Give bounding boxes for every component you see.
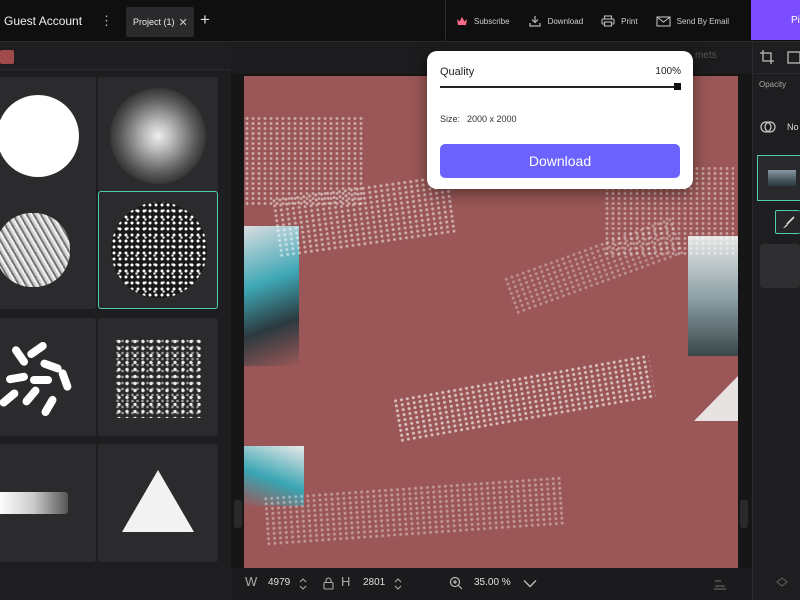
download-label: Download	[547, 16, 584, 26]
brush-chalk[interactable]	[0, 191, 96, 309]
blend-mode-label: No	[787, 122, 799, 132]
crop-icon[interactable]	[760, 50, 774, 64]
printer-icon	[601, 15, 615, 27]
zoom-icon[interactable]	[449, 576, 463, 590]
tab-project[interactable]: Project (1) ✕	[126, 7, 194, 37]
layer-thumbnail[interactable]	[760, 244, 800, 288]
paint-scatter	[262, 475, 566, 547]
subscribe-button[interactable]: Subscribe	[456, 16, 510, 26]
send-email-button[interactable]: Send By Email	[656, 15, 730, 27]
left-panel-collapse-handle[interactable]	[234, 500, 242, 528]
download-action-button[interactable]: Download	[528, 15, 584, 27]
crown-icon	[457, 17, 467, 25]
download-button[interactable]: Download	[440, 144, 680, 178]
brush-preview	[110, 88, 206, 184]
brush-triangle[interactable]	[98, 444, 218, 562]
mail-icon	[656, 15, 671, 27]
color-swatch[interactable]	[0, 50, 14, 64]
brush-icon	[783, 216, 795, 228]
quality-value: 100%	[655, 66, 681, 77]
account-menu[interactable]: Guest Account ⋮	[0, 0, 122, 42]
resize-icon[interactable]	[786, 50, 800, 64]
layers-icon[interactable]	[775, 576, 789, 588]
brush-layer-button[interactable]	[775, 210, 800, 234]
brush-preview-stroke	[25, 340, 49, 360]
top-actions: Subscribe Download Print Send By Email	[445, 0, 747, 42]
upgrade-button[interactable]: Pi	[751, 0, 800, 40]
canvas-size-bar: W 4979 H 2801 35.00 %	[231, 568, 752, 600]
new-tab-button[interactable]: +	[200, 10, 210, 30]
brush-preview-stroke	[0, 387, 20, 409]
brush-preview-stroke	[5, 372, 29, 384]
editor-app: Guest Account ⋮ Project (1) ✕ + Subscrib…	[0, 0, 800, 600]
size-label: Size:	[440, 114, 461, 124]
blend-mode-select[interactable]: No	[759, 118, 799, 136]
width-label: W	[245, 574, 258, 589]
tab-label: Project (1)	[133, 17, 175, 27]
send-email-label: Send By Email	[676, 16, 730, 26]
blend-mode-icon	[760, 121, 776, 133]
white-fragment	[694, 376, 738, 421]
more-options-icon[interactable]: ⋮	[100, 13, 113, 29]
right-panel-collapse-handle[interactable]	[740, 500, 748, 528]
lock-icon[interactable]	[323, 577, 334, 590]
brush-soft-round[interactable]	[98, 77, 218, 195]
brush-hard-round[interactable]	[0, 77, 96, 195]
stepper-icon[interactable]	[394, 578, 402, 590]
brush-dashes[interactable]	[0, 318, 96, 436]
zoom-value[interactable]: 35.00 %	[474, 577, 511, 588]
width-field[interactable]: 4979	[268, 577, 290, 588]
quality-slider-handle[interactable]	[674, 83, 681, 90]
stepper-icon[interactable]	[299, 578, 307, 590]
brush-preview	[115, 338, 201, 418]
properties-toolbar	[752, 42, 800, 74]
print-label: Print	[621, 16, 638, 26]
layers-hint: mets	[695, 50, 717, 61]
paint-scatter	[502, 216, 686, 316]
align-icon[interactable]	[713, 577, 727, 590]
paint-scatter	[392, 353, 656, 443]
brush-grunge[interactable]	[98, 318, 218, 436]
brush-preview	[111, 202, 207, 298]
print-button[interactable]: Print	[601, 15, 638, 27]
download-popup: Quality 100% Size: 2000 x 2000 Download	[427, 51, 693, 189]
brush-preview-stroke	[10, 344, 30, 368]
brush-dry[interactable]	[0, 444, 96, 562]
subscribe-label: Subscribe	[474, 16, 510, 26]
height-field[interactable]: 2801	[363, 577, 385, 588]
height-label: H	[341, 574, 351, 589]
brush-preview-stroke	[20, 385, 42, 407]
brush-preview-stroke	[57, 368, 73, 392]
opacity-label: Opacity	[759, 80, 787, 89]
chevron-down-icon[interactable]	[523, 579, 537, 588]
brush-preview	[0, 492, 68, 514]
close-icon[interactable]: ✕	[179, 16, 188, 29]
size-value: 2000 x 2000	[467, 114, 517, 124]
account-label: Guest Account	[4, 14, 83, 28]
brush-preview-stroke	[40, 394, 58, 418]
brush-preview	[0, 213, 70, 287]
brush-panel-header	[0, 42, 231, 70]
quality-slider[interactable]	[440, 86, 680, 88]
top-bar: Guest Account ⋮ Project (1) ✕ + Subscrib…	[0, 0, 800, 42]
brush-preview	[0, 95, 79, 177]
quality-label: Quality	[440, 66, 475, 78]
brush-preview	[122, 470, 194, 532]
upgrade-label: Pi	[791, 14, 800, 26]
brush-preview-stroke	[30, 376, 52, 384]
download-icon	[528, 16, 541, 27]
layer-thumbnail-image	[768, 170, 796, 186]
brush-spatter[interactable]	[98, 191, 218, 309]
